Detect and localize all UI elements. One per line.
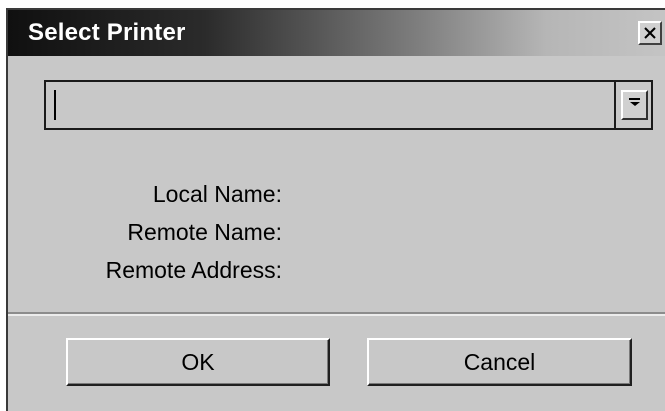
combobox-separator <box>614 82 616 128</box>
remote-name-label: Remote Name: <box>127 219 282 245</box>
cancel-button[interactable]: Cancel <box>367 338 632 386</box>
close-button[interactable] <box>638 21 662 45</box>
select-printer-dialog: Select Printer Local Name: Remote Name: … <box>6 8 665 411</box>
printer-combobox[interactable] <box>44 80 653 130</box>
title-bar[interactable]: Select Printer <box>8 10 665 56</box>
printer-dropdown-button[interactable] <box>621 90 648 120</box>
dialog-title: Select Printer <box>28 19 186 46</box>
divider <box>8 312 665 316</box>
local-name-label: Local Name: <box>152 181 282 207</box>
ok-button[interactable]: OK <box>66 338 330 386</box>
text-cursor <box>54 90 56 120</box>
close-icon <box>644 27 656 39</box>
printer-input[interactable] <box>46 82 614 128</box>
remote-address-label: Remote Address: <box>105 257 282 283</box>
